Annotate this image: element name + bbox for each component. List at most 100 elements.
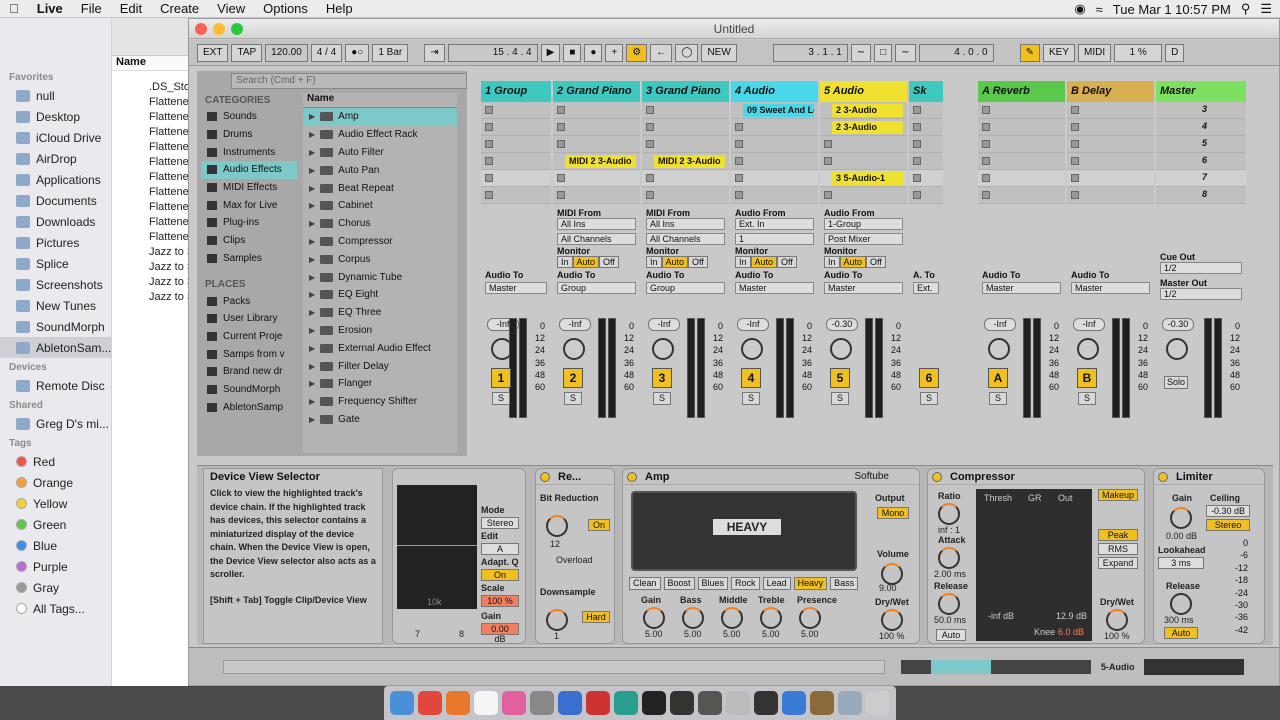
- tag-purple[interactable]: Purple: [0, 556, 111, 577]
- expand-arrow-icon[interactable]: ▶: [309, 379, 315, 388]
- clip-slot[interactable]: [1067, 136, 1154, 153]
- solo-button[interactable]: S: [831, 392, 849, 405]
- tag-gray[interactable]: Gray: [0, 577, 111, 598]
- expand-arrow-icon[interactable]: ▶: [309, 184, 315, 193]
- monitor-in-button[interactable]: In: [735, 256, 751, 268]
- track-header[interactable]: A Reverb: [978, 81, 1065, 102]
- place-abletonsamp[interactable]: AbletonSamp: [201, 398, 297, 416]
- expand-arrow-icon[interactable]: ▶: [309, 219, 315, 228]
- clip-stop-icon[interactable]: [735, 140, 743, 148]
- master-out-menu[interactable]: 1/2: [1160, 288, 1242, 300]
- pro-tools-icon[interactable]: [698, 691, 722, 715]
- sidebar-item-downloads[interactable]: Downloads: [0, 211, 111, 232]
- track-activator-button[interactable]: 3: [652, 368, 672, 388]
- browser-item-flanger[interactable]: ▶ Flanger: [303, 375, 457, 393]
- expand-arrow-icon[interactable]: ▶: [309, 415, 315, 424]
- tag-green[interactable]: Green: [0, 514, 111, 535]
- menu-options[interactable]: Options: [254, 1, 317, 16]
- browser-item-audio-effect-rack[interactable]: ▶ Audio Effect Rack: [303, 126, 457, 144]
- category-clips[interactable]: Clips: [201, 232, 297, 250]
- file-row[interactable]: Jazz to S: [112, 291, 196, 306]
- volume-fader[interactable]: [875, 318, 883, 418]
- expand-arrow-icon[interactable]: ▶: [309, 148, 315, 157]
- draw-mode-icon[interactable]: ✎: [1019, 43, 1040, 62]
- clip-slot[interactable]: [820, 187, 907, 204]
- firefox-icon[interactable]: [446, 691, 470, 715]
- limiter-gain-knob[interactable]: [1170, 507, 1192, 529]
- clip-stop-icon[interactable]: [485, 174, 493, 182]
- audio-to-menu[interactable]: Master: [982, 282, 1061, 294]
- clip-stop-icon[interactable]: [485, 106, 493, 114]
- midi-map-button[interactable]: MIDI: [1078, 43, 1112, 62]
- clip-slot[interactable]: 3: [1156, 102, 1246, 119]
- browser-item-frequency-shifter[interactable]: ▶ Frequency Shifter: [303, 393, 457, 411]
- clip-slot[interactable]: [553, 187, 640, 204]
- release-knob[interactable]: [938, 593, 960, 615]
- sidebar-item-remote-disc[interactable]: Remote Disc: [0, 375, 111, 396]
- bit-reduction-on-button[interactable]: On: [588, 519, 610, 531]
- tag-red[interactable]: Red: [0, 451, 111, 472]
- clip-stop-icon[interactable]: [982, 140, 990, 148]
- solo-button[interactable]: S: [989, 392, 1007, 405]
- tag-blue[interactable]: Blue: [0, 535, 111, 556]
- clip-stop-icon[interactable]: [913, 106, 921, 114]
- automation-arm-icon[interactable]: ⚙: [626, 43, 648, 62]
- place-current-proje[interactable]: Current Proje: [201, 328, 297, 346]
- place-soundmorph[interactable]: SoundMorph: [201, 381, 297, 399]
- clip-stop-icon[interactable]: [485, 140, 493, 148]
- clip-stop-icon[interactable]: [1071, 140, 1079, 148]
- clip-slot[interactable]: 2 3-Audio: [820, 119, 907, 136]
- file-row[interactable]: Jazz to S: [112, 276, 196, 291]
- solo-button[interactable]: S: [742, 392, 760, 405]
- clip-stop-icon[interactable]: [913, 191, 921, 199]
- lookahead-menu[interactable]: 3 ms: [1158, 557, 1204, 569]
- clip-slot[interactable]: 7: [1156, 170, 1246, 187]
- clip-slot[interactable]: 09 Sweet And Lo: [731, 102, 818, 119]
- stop-icon[interactable]: ■: [563, 43, 582, 62]
- browser-item-auto-pan[interactable]: ▶ Auto Pan: [303, 161, 457, 179]
- clip-stop-icon[interactable]: [735, 123, 743, 131]
- list-icon[interactable]: ☰: [1260, 1, 1272, 17]
- sidebar-item-pictures[interactable]: Pictures: [0, 232, 111, 253]
- audio-to-menu[interactable]: Master: [824, 282, 903, 294]
- eq-edit-button[interactable]: A: [481, 543, 519, 555]
- category-max-for-live[interactable]: Max for Live: [201, 196, 297, 214]
- sidebar-item-new-tunes[interactable]: New Tunes: [0, 295, 111, 316]
- file-row[interactable]: Jazz to S: [112, 246, 196, 261]
- clip-slot[interactable]: [731, 187, 818, 204]
- track-activator-button[interactable]: 2: [563, 368, 583, 388]
- place-user-library[interactable]: User Library: [201, 310, 297, 328]
- input-type-menu[interactable]: All Ins: [557, 218, 636, 230]
- clip[interactable]: MIDI 2 3-Audio: [654, 155, 725, 168]
- volume-fader[interactable]: [608, 318, 616, 418]
- clip-slot[interactable]: [481, 102, 551, 119]
- tag-all-tags[interactable]: All Tags...: [0, 598, 111, 619]
- category-instruments[interactable]: Instruments: [201, 143, 297, 161]
- clip-stop-icon[interactable]: [485, 157, 493, 165]
- peak-button[interactable]: Peak: [1098, 529, 1138, 541]
- category-sounds[interactable]: Sounds: [201, 108, 297, 126]
- input-channel-menu[interactable]: All Channels: [646, 233, 725, 245]
- clip-slot[interactable]: [481, 187, 551, 204]
- tag-orange[interactable]: Orange: [0, 472, 111, 493]
- place-samps-from-v[interactable]: Samps from v: [201, 345, 297, 363]
- monitor-auto-button[interactable]: Auto: [839, 256, 867, 268]
- browser-item-dynamic-tube[interactable]: ▶ Dynamic Tube: [303, 268, 457, 286]
- clip-slot[interactable]: [642, 136, 729, 153]
- clip-stop-icon[interactable]: [646, 140, 654, 148]
- monitor-off-button[interactable]: Off: [688, 256, 708, 268]
- clip-slot[interactable]: [1067, 170, 1154, 187]
- file-row[interactable]: Jazz to S: [112, 261, 196, 276]
- clip-slot[interactable]: [820, 153, 907, 170]
- clip-slot[interactable]: [1067, 102, 1154, 119]
- sidebar-item-icloud-drive[interactable]: iCloud Drive: [0, 127, 111, 148]
- track-activator-button[interactable]: B: [1077, 368, 1097, 388]
- safari-icon[interactable]: [782, 691, 806, 715]
- clip-stop-icon[interactable]: [982, 191, 990, 199]
- solo-button[interactable]: Solo: [1164, 376, 1188, 389]
- follow-icon[interactable]: ⇥: [424, 43, 445, 62]
- browser-item-erosion[interactable]: ▶ Erosion: [303, 322, 457, 340]
- clip-stop-icon[interactable]: [646, 106, 654, 114]
- sidebar-item-airdrop[interactable]: AirDrop: [0, 148, 111, 169]
- pd-icon[interactable]: [726, 691, 750, 715]
